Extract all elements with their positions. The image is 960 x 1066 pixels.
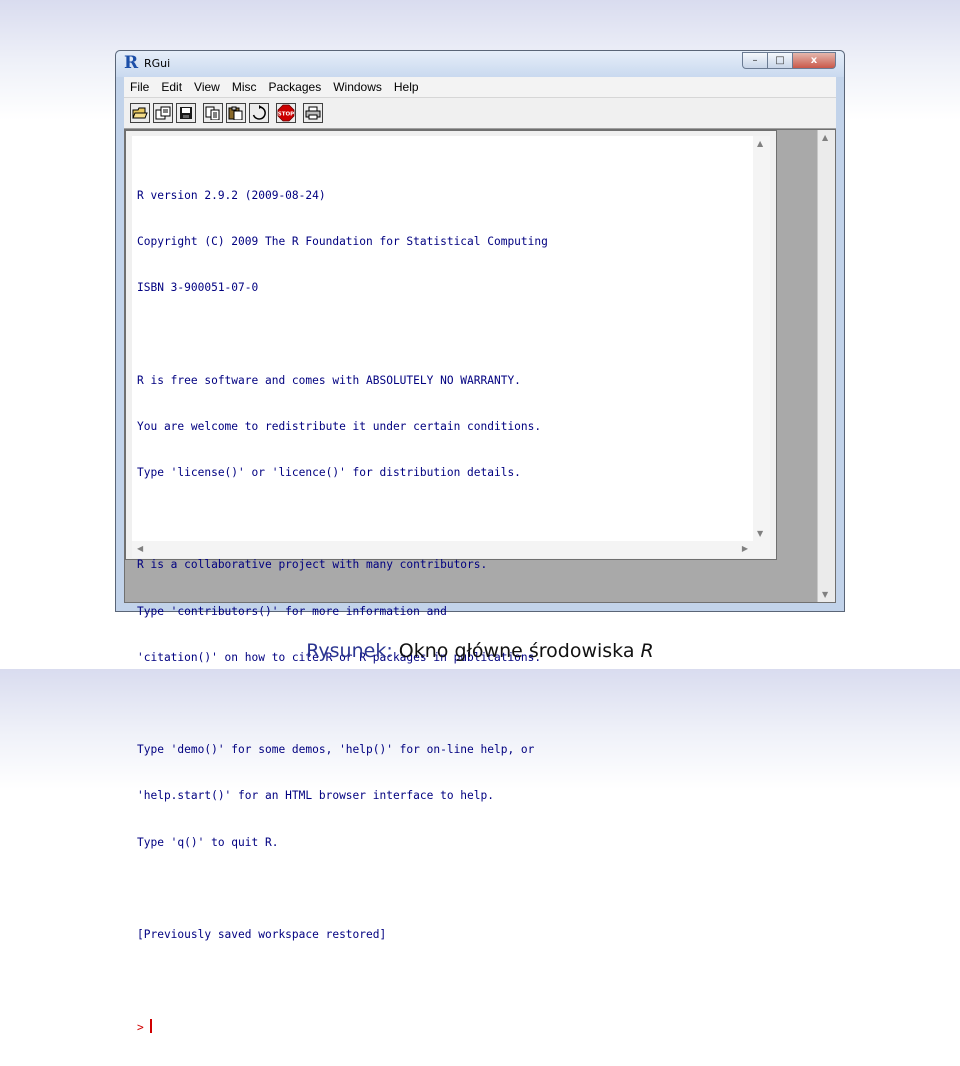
console-line: R is a collaborative project with many c… (137, 558, 488, 572)
copy-icon (205, 106, 220, 120)
console-horizontal-scrollbar[interactable]: ◀ ▶ (132, 541, 770, 558)
console-prompt: > (137, 1021, 151, 1035)
console-line: Type 'license()' or 'licence()' for dist… (137, 466, 521, 480)
title-bar[interactable]: R RGui – □ x (116, 51, 844, 77)
menu-file[interactable]: File (124, 80, 155, 94)
rgui-window: R RGui – □ x File Edit View Misc Package… (115, 50, 845, 1034)
console-line: ISBN 3-900051-07-0 (137, 281, 259, 295)
save-workspace-button[interactable] (176, 103, 196, 123)
menu-packages[interactable]: Packages (263, 80, 328, 94)
console-line: Type 'q()' to quit R. (137, 835, 279, 849)
caption-label: Rysunek: (306, 640, 393, 662)
caption-text: Okno główne środowiska (398, 640, 635, 662)
console-scroll-right-icon[interactable]: ▶ (742, 544, 748, 553)
console-line: R is free software and comes with ABSOLU… (137, 373, 521, 387)
paste-icon (228, 106, 243, 120)
menu-bar: File Edit View Misc Packages Windows Hel… (124, 77, 836, 97)
copy-paste-icon (252, 105, 266, 120)
console-scroll-down-icon[interactable]: ▼ (757, 529, 763, 538)
console-line: R version 2.9.2 (2009-08-24) (137, 188, 326, 202)
load-workspace-icon (155, 106, 171, 120)
r-console-window: R version 2.9.2 (2009-08-24) Copyright (… (125, 130, 777, 1034)
copy-button[interactable] (203, 103, 223, 123)
console-line: You are welcome to redistribute it under… (137, 419, 542, 433)
r-console[interactable]: R version 2.9.2 (2009-08-24) Copyright (… (132, 136, 770, 1034)
print-icon (305, 106, 321, 120)
print-button[interactable] (303, 103, 323, 123)
r-logo-icon: R (124, 53, 139, 73)
scroll-down-icon[interactable]: ▼ (822, 590, 828, 599)
console-line: Type 'contributors()' for more informati… (137, 604, 447, 618)
window-title: RGui (144, 57, 171, 70)
console-line: 'help.start()' for an HTML browser inter… (137, 789, 494, 803)
menu-edit[interactable]: Edit (155, 80, 188, 94)
window-controls: – □ x (742, 52, 836, 70)
console-scroll-left-icon[interactable]: ◀ (137, 544, 143, 553)
menu-view[interactable]: View (188, 80, 226, 94)
maximize-button[interactable]: □ (768, 52, 793, 69)
console-output: R version 2.9.2 (2009-08-24) Copyright (… (137, 157, 752, 1066)
load-workspace-button[interactable] (153, 103, 173, 123)
mdi-client-area: ▲ ▼ R version 2.9.2 (2009-08-24) Copyrig… (124, 129, 836, 1034)
toolbar: STOP (124, 97, 836, 129)
open-script-icon (132, 107, 148, 119)
console-prompt-line[interactable]: > (137, 1019, 752, 1034)
stop-button[interactable]: STOP (276, 103, 296, 123)
console-line: [Previously saved workspace restored] (137, 928, 387, 942)
menu-misc[interactable]: Misc (226, 80, 263, 94)
close-button[interactable]: x (793, 52, 836, 69)
figure-caption: Rysunek: Okno główne środowiska R (0, 640, 960, 662)
paste-button[interactable] (226, 103, 246, 123)
menu-windows[interactable]: Windows (327, 80, 388, 94)
save-workspace-icon (180, 107, 192, 119)
console-scroll-up-icon[interactable]: ▲ (757, 139, 763, 148)
minimize-button[interactable]: – (742, 52, 768, 69)
text-cursor (150, 1019, 153, 1034)
menu-help[interactable]: Help (388, 80, 425, 94)
console-line: Type 'demo()' for some demos, 'help()' f… (137, 743, 535, 757)
console-vertical-scrollbar[interactable]: ▲ ▼ (753, 136, 770, 541)
mdi-vertical-scrollbar[interactable]: ▲ ▼ (817, 130, 835, 602)
stop-icon: STOP (277, 104, 295, 122)
console-line: Copyright (C) 2009 The R Foundation for … (137, 235, 548, 249)
stop-label: STOP (278, 112, 294, 118)
open-script-button[interactable] (130, 103, 150, 123)
scroll-up-icon[interactable]: ▲ (822, 133, 828, 142)
caption-app-name: R (640, 640, 654, 662)
copy-paste-button[interactable] (249, 103, 269, 123)
